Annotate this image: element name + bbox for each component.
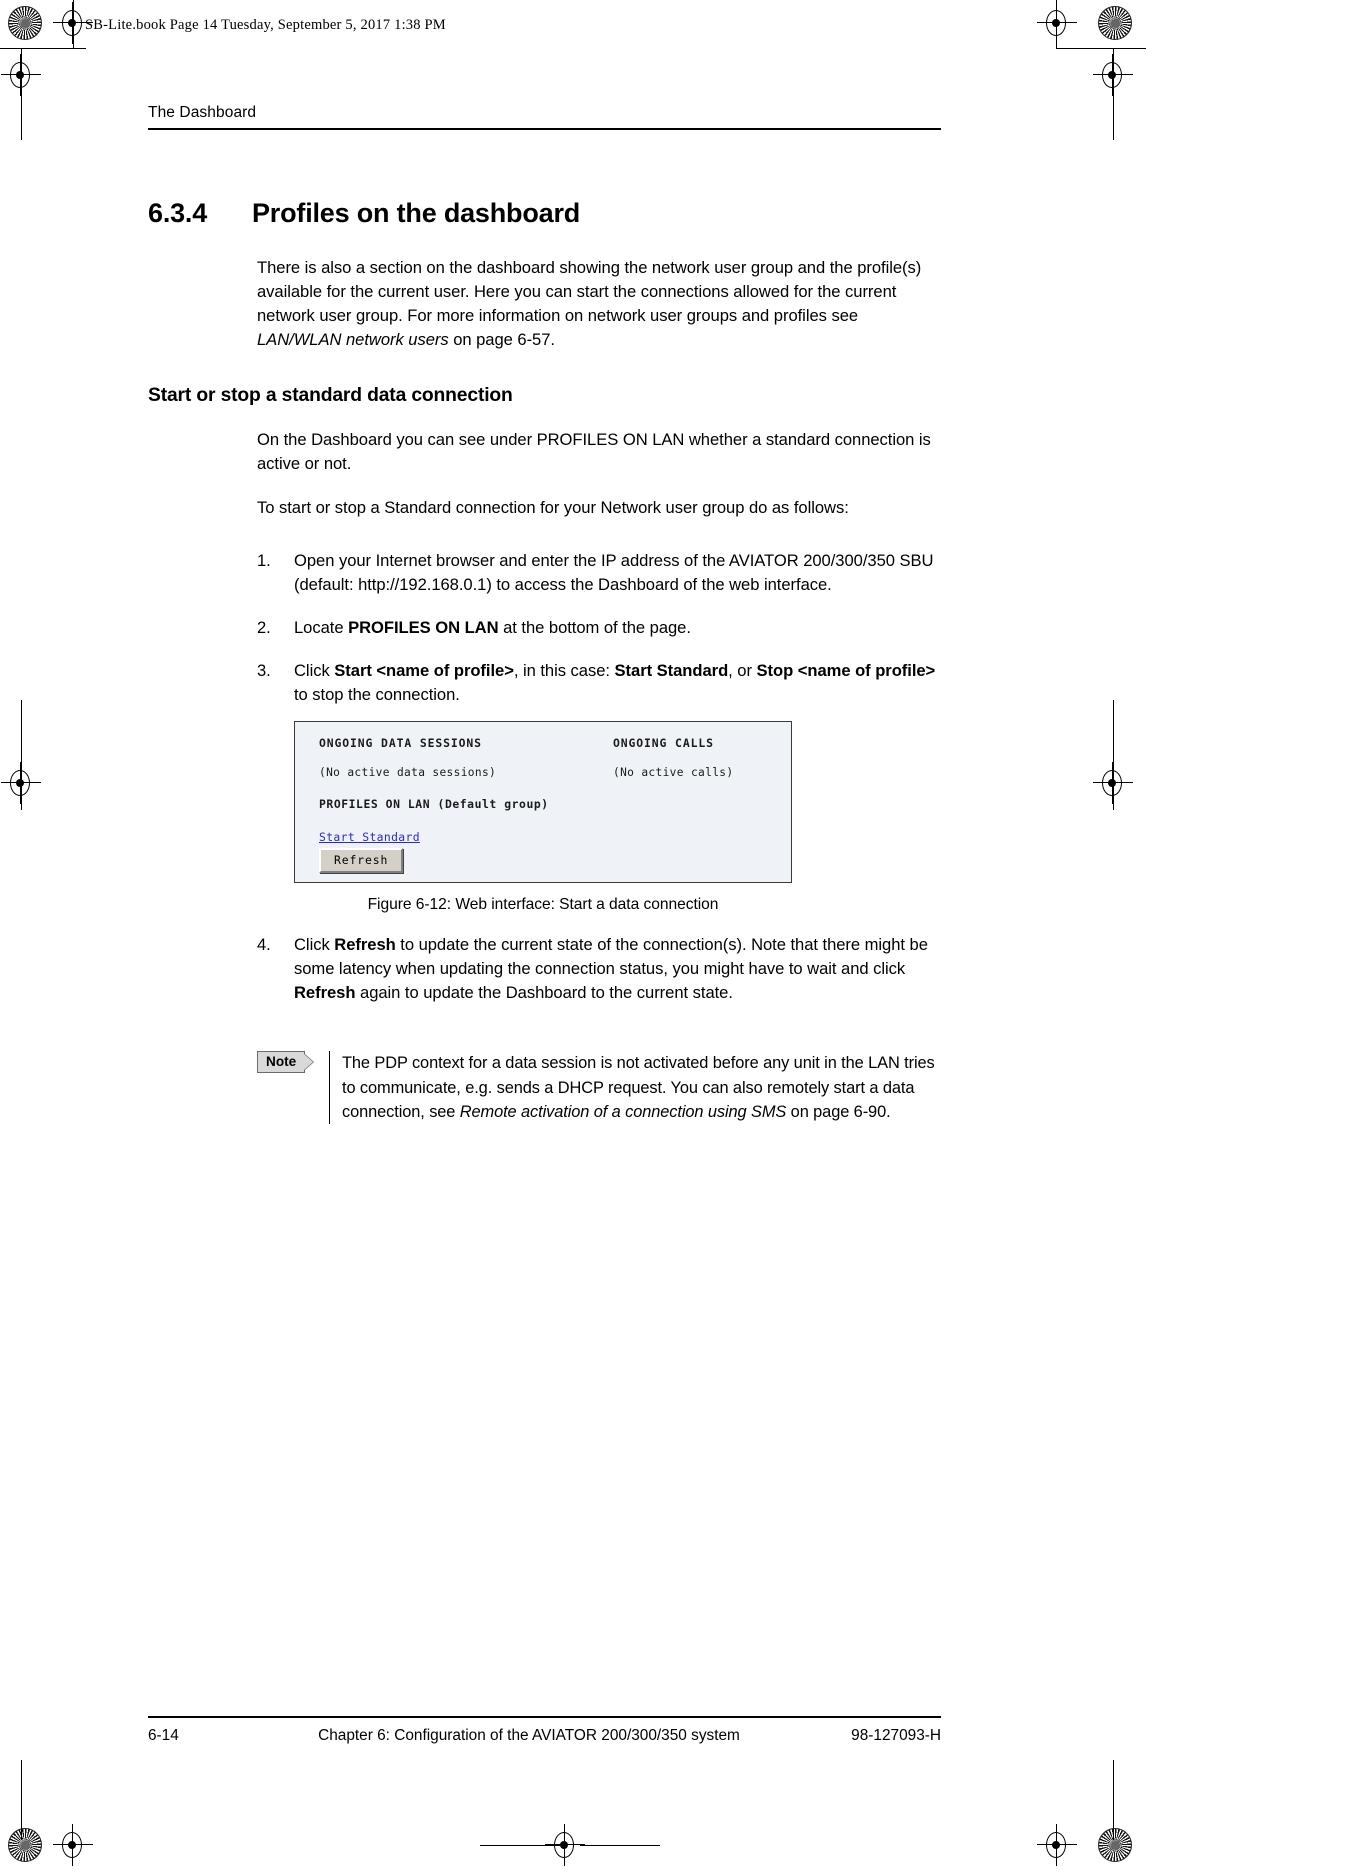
start-standard-link[interactable]: Start Standard (319, 826, 420, 845)
content-column: The Dashboard 6.3.4 Profiles on the dash… (148, 104, 941, 1125)
footer-rule (148, 1716, 941, 1718)
note-tag-column: Note (257, 1051, 329, 1124)
procedure-list-top: 1. Open your Internet browser and enter … (257, 549, 941, 707)
web-interface-screenshot: ONGOING DATA SESSIONS ONGOING CALLS (No … (294, 721, 792, 884)
intro-cross-reference: LAN/WLAN network users (257, 330, 449, 350)
crop-mark (21, 1760, 23, 1840)
list-item: 4. Click Refresh to update the current s… (257, 933, 941, 1005)
crop-mark (21, 700, 23, 810)
subsection-heading: Start or stop a standard data connection (148, 385, 513, 407)
footer-chapter-title: Chapter 6: Configuration of the AVIATOR … (318, 1727, 740, 1744)
note-body: The PDP context for a data session is no… (329, 1051, 941, 1125)
subsection-paragraph-1: On the Dashboard you can see under PROFI… (257, 430, 931, 474)
step-text: Locate PROFILES ON LAN at the bottom of … (294, 617, 691, 637)
section-heading: 6.3.4 Profiles on the dashboard (148, 198, 941, 229)
refresh-button[interactable]: Refresh (319, 848, 404, 874)
ongoing-data-sessions-heading: ONGOING DATA SESSIONS (319, 736, 482, 751)
figure-block: ONGOING DATA SESSIONS ONGOING CALLS (No … (294, 721, 794, 914)
list-item: 1. Open your Internet browser and enter … (257, 549, 941, 597)
crop-mark (1056, 0, 1058, 48)
note-block: Note The PDP context for a data session … (257, 1051, 941, 1125)
list-item: 3. Click Start <name of profile>, in thi… (257, 659, 941, 707)
registration-star-icon (8, 6, 42, 40)
registration-star-icon (1098, 6, 1132, 40)
crop-mark (21, 48, 23, 140)
section-title: Profiles on the dashboard (252, 198, 581, 228)
section-number: 6.3.4 (148, 198, 208, 228)
running-head: The Dashboard (148, 104, 257, 121)
profiles-on-lan-label: PROFILES ON LAN (319, 797, 431, 812)
step-marker: 4. (257, 935, 271, 955)
crop-mark (1113, 48, 1115, 140)
crop-mark (0, 48, 86, 50)
step-text: Click Refresh to update the current stat… (294, 935, 928, 1003)
note-badge: Note (257, 1051, 306, 1074)
figure-caption: Figure 6-12: Web interface: Start a data… (367, 896, 719, 914)
crop-mark (1113, 700, 1115, 810)
subsection-para-1-block: On the Dashboard you can see under PROFI… (257, 428, 941, 476)
section-intro-paragraph: There is also a section on the dashboard… (257, 256, 941, 352)
footer-page-number: 6-14 (148, 1727, 179, 1744)
registration-star-icon (8, 1828, 42, 1862)
subsection-paragraph-2: To start or stop a Standard connection f… (257, 497, 849, 517)
crop-mark (1113, 1760, 1115, 1840)
crop-mark (480, 1845, 560, 1847)
crop-mark (73, 0, 75, 48)
intro-text-tail: on page 6-57. (448, 330, 555, 350)
procedure-list-bottom: 4. Click Refresh to update the current s… (257, 933, 941, 1005)
refresh-button-wrap: Refresh (319, 848, 404, 874)
step-marker: 3. (257, 660, 271, 680)
intro-text-lead: There is also a section on the dashboard… (257, 258, 922, 326)
note-text-tail: on page 6-90. (786, 1103, 891, 1121)
file-stamp: SB-Lite.book Page 14 Tuesday, September … (85, 17, 446, 33)
step-marker: 2. (257, 617, 271, 637)
step-text: Click Start <name of profile>, in this c… (294, 660, 936, 705)
section-intro-block: There is also a section on the dashboard… (257, 256, 941, 352)
document-page: SB-Lite.book Page 14 Tuesday, September … (0, 0, 1358, 1873)
header-rule (148, 128, 941, 130)
start-standard-link-text: Start Standard (319, 830, 420, 845)
no-active-data-sessions-text: (No active data sessions) (319, 766, 497, 780)
registration-star-icon (1098, 1828, 1132, 1862)
page-footer: 6-14 Chapter 6: Configuration of the AVI… (148, 1727, 941, 1745)
ongoing-calls-heading: ONGOING CALLS (613, 736, 714, 751)
crop-mark (1056, 48, 1146, 50)
crop-mark (580, 1845, 660, 1847)
profiles-group-label: (Default group) (437, 797, 549, 812)
note-cross-reference: Remote activation of a connection using … (459, 1103, 787, 1121)
list-item: 2. Locate PROFILES ON LAN at the bottom … (257, 616, 941, 640)
registration-target-icon (1037, 1824, 1077, 1866)
footer-document-number: 98-127093-H (851, 1727, 941, 1744)
step-text: Open your Internet browser and enter the… (294, 550, 934, 594)
step-marker: 1. (257, 550, 271, 570)
subsection-para-2-block: To start or stop a Standard connection f… (257, 496, 941, 520)
profiles-on-lan-heading: PROFILES ON LAN (Default group) (319, 797, 549, 811)
registration-target-icon (53, 1824, 93, 1866)
no-active-calls-text: (No active calls) (613, 766, 734, 780)
